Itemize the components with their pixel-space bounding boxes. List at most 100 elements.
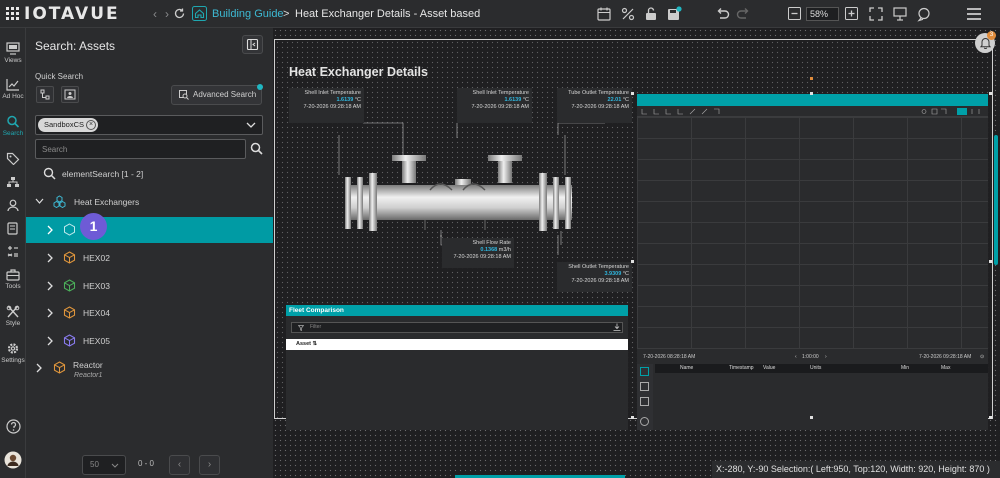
- collapse-panel-icon: [246, 38, 259, 51]
- selection-handle[interactable]: [631, 92, 634, 95]
- rail-users[interactable]: [0, 199, 26, 214]
- menu-icon[interactable]: [966, 7, 982, 21]
- tree-item-reactor[interactable]: Reactor Reactor1: [26, 355, 273, 381]
- chip-remove-icon[interactable]: ×: [86, 120, 97, 130]
- search-icon: [43, 167, 56, 180]
- search-submit-icon[interactable]: [250, 142, 263, 155]
- trend-duration[interactable]: 1:00:00: [802, 352, 819, 362]
- kpi-value: 22.01: [607, 97, 622, 103]
- search-icon: [7, 115, 20, 128]
- fleet-filter-input[interactable]: Filter: [291, 322, 623, 333]
- collapse-panel-button[interactable]: [242, 35, 263, 54]
- search-result-header: elementSearch [1 - 2]: [26, 161, 273, 187]
- kpi-label: Shell Inlet Temperature: [472, 90, 529, 96]
- app-logo[interactable]: IOTAVUE: [6, 6, 120, 23]
- rail-calculator[interactable]: [0, 245, 26, 260]
- tree-item-hex04[interactable]: HEX04: [26, 300, 273, 326]
- calendar-icon[interactable]: [596, 6, 612, 22]
- kpi-shell-inlet-temp-1[interactable]: Shell Inlet Temperature 1.6139 °C 7-20-2…: [289, 88, 364, 123]
- tree-item-hex05[interactable]: HEX05: [26, 328, 273, 354]
- chat-icon[interactable]: [916, 6, 932, 22]
- kpi-unit: °C: [622, 271, 629, 277]
- rail-views[interactable]: Views: [0, 42, 26, 64]
- zoom-in-icon[interactable]: [845, 7, 858, 20]
- range-view-icon[interactable]: [640, 397, 649, 406]
- breadcrumb-parent[interactable]: Building Guide: [212, 8, 284, 20]
- tree-item-hex03[interactable]: HEX03: [26, 273, 273, 299]
- trend-settings-icon[interactable]: ⊙: [980, 352, 984, 362]
- trend-next-icon[interactable]: ›: [825, 352, 827, 362]
- selection-handle[interactable]: [810, 416, 813, 419]
- rail-adhoc[interactable]: Ad Hoc: [0, 78, 26, 100]
- presentation-icon[interactable]: [892, 6, 908, 22]
- trend-start-time: 7-20-2026 08:28:18 AM: [643, 354, 696, 360]
- undo-icon[interactable]: [714, 6, 730, 22]
- selection-handle[interactable]: [810, 92, 813, 95]
- tree-item-hex02[interactable]: HEX02: [26, 245, 273, 271]
- vertical-scrollbar[interactable]: [994, 135, 998, 265]
- gear-icon[interactable]: [640, 417, 649, 426]
- selection-handle[interactable]: [631, 416, 634, 419]
- quick-search-hierarchy-button[interactable]: [36, 86, 54, 103]
- selection-handle[interactable]: [989, 416, 992, 419]
- rotate-handle[interactable]: [810, 77, 813, 80]
- trend-prev-icon[interactable]: ‹: [795, 352, 797, 362]
- chevron-right-icon[interactable]: [46, 308, 54, 318]
- chevron-right-icon[interactable]: [46, 253, 54, 263]
- kpi-shell-flow-rate[interactable]: Shell Flow Rate 0.1368 m3/h 7-20-2026 09…: [442, 238, 514, 268]
- refresh-icon[interactable]: [173, 7, 186, 20]
- advanced-search-indicator: [257, 84, 263, 90]
- tree-root[interactable]: Heat Exchangers: [26, 189, 273, 215]
- kpi-time: 7-20-2026 09:28:18 AM: [571, 104, 630, 110]
- chevron-down-icon[interactable]: [35, 198, 44, 205]
- prev-page-button[interactable]: ‹: [169, 455, 190, 475]
- rail-help[interactable]: [0, 419, 26, 436]
- kpi-shell-outlet-temp[interactable]: Shell Outlet Temperature 3.9309 °C 7-20-…: [557, 262, 632, 292]
- rail-tags[interactable]: [0, 152, 26, 167]
- zoom-level[interactable]: 58%: [806, 7, 839, 21]
- zoom-out-icon[interactable]: [788, 7, 801, 20]
- unlock-icon[interactable]: [643, 6, 659, 22]
- tree-item-selected[interactable]: [26, 217, 273, 243]
- selection-handle[interactable]: [631, 260, 634, 263]
- home-icon[interactable]: [192, 6, 207, 21]
- stats-view-icon[interactable]: [640, 382, 649, 391]
- trend-plot-area[interactable]: [637, 116, 988, 349]
- advanced-search-button[interactable]: Advanced Search: [171, 85, 262, 105]
- display-canvas[interactable]: Heat Exchanger Details Shell Inlet Tempe…: [273, 28, 1000, 478]
- fleet-column-asset[interactable]: Asset ⇅: [286, 339, 628, 350]
- download-icon[interactable]: [613, 323, 621, 331]
- trend-toolbar-icons[interactable]: [641, 108, 984, 115]
- forward-icon[interactable]: ›: [160, 7, 174, 21]
- search-input[interactable]: [35, 139, 246, 159]
- avatar[interactable]: [0, 451, 26, 471]
- rail-hierarchy[interactable]: [0, 176, 26, 191]
- table-view-icon[interactable]: [640, 367, 649, 376]
- rail-search[interactable]: Search: [0, 115, 26, 137]
- next-page-button[interactable]: ›: [199, 455, 220, 475]
- redo-icon[interactable]: [736, 6, 752, 22]
- breadcrumb-current: Heat Exchanger Details - Asset based: [295, 8, 481, 20]
- page-size-select[interactable]: 50: [82, 455, 126, 475]
- kpi-value: 1.6139: [336, 97, 354, 103]
- chevron-right-icon[interactable]: [46, 281, 54, 291]
- trend-col-units: Units: [810, 365, 822, 371]
- save-icon[interactable]: [666, 6, 682, 22]
- selection-handle[interactable]: [989, 260, 992, 263]
- chevron-right-icon[interactable]: [46, 336, 54, 346]
- avatar-icon: [4, 451, 22, 469]
- chevron-right-icon[interactable]: [46, 225, 54, 235]
- rail-style[interactable]: Style: [0, 305, 26, 327]
- percent-tools-icon[interactable]: [620, 6, 636, 22]
- advanced-search-icon: [179, 90, 189, 100]
- chevron-right-icon[interactable]: [35, 363, 43, 373]
- rail-settings[interactable]: Settings: [0, 342, 26, 364]
- quick-search-asset-button[interactable]: [61, 86, 79, 103]
- rail-storage[interactable]: [0, 222, 26, 237]
- selection-handle[interactable]: [989, 92, 992, 95]
- rail-tools[interactable]: Tools: [0, 268, 26, 290]
- notifications-button[interactable]: 3: [975, 31, 996, 53]
- kpi-tube-outlet-temp[interactable]: Tube Outlet Temperature 22.01 °C 7-20-20…: [557, 88, 632, 123]
- kpi-shell-inlet-temp-2[interactable]: Shell Inlet Temperature 1.6139 °C 7-20-2…: [457, 88, 532, 123]
- fullscreen-icon[interactable]: [868, 6, 884, 22]
